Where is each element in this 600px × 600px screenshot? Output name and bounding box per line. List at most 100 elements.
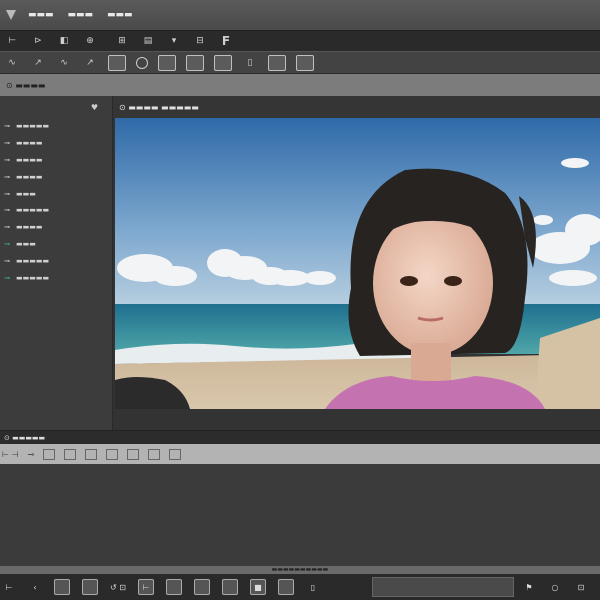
arrow-icon-2[interactable]: ↗ — [82, 55, 98, 71]
grid-tool-icon[interactable]: ⊞ — [114, 33, 130, 49]
prev-icon[interactable]: ⊢ — [2, 580, 16, 594]
item-type-icon: ⊸ — [4, 189, 10, 198]
wave-icon-2[interactable]: ∿ — [56, 55, 72, 71]
preview-image — [115, 118, 600, 409]
media-list-item-label: ▬▬▬▬▬ — [16, 273, 50, 282]
mark-in-button[interactable]: ⊢ — [137, 579, 154, 595]
media-panel: ♥ ⊸ ▬▬▬▬▬ ⊸ ▬▬▬▬ ⊸ ▬▬▬▬ ⊸ ▬▬▬▬ ⊸ ▬▬▬ ⊸ ▬▬▬▬▬ ⊸ ▬▬▬▬ ⊸ ▬… — [0, 96, 113, 430]
timeline-header: ⊙ ▬▬▬▬▬ — [0, 430, 600, 444]
effects-button[interactable] — [186, 54, 204, 71]
media-list-item-label: ▬▬▬▬▬ — [16, 256, 50, 265]
media-list-item-label: ▬▬▬ — [16, 239, 36, 248]
split-tool-icon[interactable]: ◧ — [56, 33, 72, 49]
grid-view-button[interactable] — [193, 579, 210, 595]
media-list-item[interactable]: ⊸ ▬▬▬▬▬ — [2, 252, 112, 269]
dropdown-tool-icon[interactable]: ▾ — [166, 33, 182, 49]
media-list-item[interactable]: ⊸ ▬▬▬▬ — [2, 168, 112, 185]
item-type-icon: ⊸ — [4, 122, 10, 131]
media-list-item[interactable]: ⊸ ▬▬▬▬▬ — [2, 118, 112, 135]
render-preview-button[interactable] — [277, 579, 294, 595]
media-list-item[interactable]: ⊸ ▬▬▬▬ — [2, 152, 112, 169]
media-list-item-label: ▬▬▬▬ — [16, 155, 43, 164]
media-list-item-label: ▬▬▬▬▬ — [16, 122, 50, 131]
timeline-scrubber[interactable] — [372, 577, 514, 597]
frame-button[interactable] — [108, 54, 126, 71]
menu-item-2[interactable]: ▬▬▬ — [68, 10, 94, 20]
clip-button[interactable] — [158, 54, 176, 71]
project-strip: ⊙ ▬▬▬▬ — [0, 74, 600, 96]
file-icon[interactable]: ▯ — [242, 55, 258, 71]
heart-icon[interactable]: ♥ — [91, 103, 98, 112]
arrow-icon[interactable]: ↗ — [30, 55, 46, 71]
file-icon[interactable]: ▯ — [306, 580, 320, 594]
menu-item-3[interactable]: ▬▬▬ — [107, 10, 133, 20]
timeline-tool-5[interactable] — [85, 448, 98, 460]
item-type-icon: ⊸ — [4, 155, 10, 164]
media-list-item-label: ▬▬▬▬ — [16, 139, 43, 148]
play-tool-icon[interactable]: ⊳ — [30, 33, 46, 49]
list-tool-icon[interactable]: ▤ — [140, 33, 156, 49]
viewer-title: ⊙ ▬▬▬▬ ▬▬▬▬▬ — [119, 102, 199, 112]
preview-canvas[interactable] — [115, 118, 600, 409]
item-type-icon: ⊸ — [4, 256, 10, 265]
stop-button[interactable]: ■ — [249, 579, 266, 595]
menu-item-1[interactable]: ▬▬▬ — [28, 10, 54, 20]
loop-icon[interactable]: ↺ ⊡ — [110, 580, 126, 594]
timeline-tool-2[interactable]: ⊸ — [27, 450, 34, 459]
media-list-item[interactable]: ⊸ ▬▬▬▬ — [2, 219, 112, 236]
app-logo-icon — [6, 10, 16, 20]
multi-view-button[interactable] — [221, 579, 238, 595]
transition-button[interactable] — [214, 54, 232, 71]
project-strip-label: ⊙ ▬▬▬▬ — [6, 80, 46, 90]
timeline-tool-3[interactable] — [43, 448, 56, 460]
media-list-item-label: ▬▬▬▬ — [16, 172, 43, 181]
timeline-title: ⊙ ▬▬▬▬▬ — [4, 433, 46, 442]
frame-thumb-button[interactable] — [82, 579, 98, 595]
item-type-icon: ⊸ — [4, 239, 10, 248]
add-tool-icon[interactable]: ⊕ — [82, 33, 98, 49]
layout-button[interactable] — [165, 579, 182, 595]
timeline-tool-8[interactable] — [148, 448, 161, 460]
item-type-icon: ⊸ — [4, 172, 10, 181]
select-tool-icon[interactable]: ⊢ — [4, 33, 20, 49]
preview-viewer: ⊙ ▬▬▬▬ ▬▬▬▬▬ — [113, 96, 600, 430]
flag-icon[interactable]: ⚑ — [522, 580, 536, 594]
record-icon[interactable] — [136, 56, 148, 69]
timeline-tracks[interactable] — [0, 464, 600, 566]
media-list: ⊸ ▬▬▬▬▬ ⊸ ▬▬▬▬ ⊸ ▬▬▬▬ ⊸ ▬▬▬▬ ⊸ ▬▬▬ ⊸ ▬▬▬▬▬ ⊸ ▬▬▬▬ ⊸ ▬▬▬… — [0, 118, 112, 286]
timeline-tool-1[interactable]: ⊢ ⊣ — [2, 450, 18, 459]
item-type-icon: ⊸ — [4, 223, 10, 232]
clip-thumb-button[interactable] — [54, 579, 70, 595]
media-list-item[interactable]: ⊸ ▬▬▬▬ — [2, 135, 112, 152]
expand-icon[interactable]: ⊡ — [574, 580, 588, 594]
export-button[interactable] — [268, 54, 286, 71]
item-type-icon: ⊸ — [4, 206, 10, 215]
panel-tool-icon[interactable]: ⊟ — [192, 33, 208, 49]
media-list-item[interactable]: ⊸ ▬▬▬ — [2, 185, 112, 202]
viewer-header: ⊙ ▬▬▬▬ ▬▬▬▬▬ — [113, 96, 600, 118]
media-list-item-label: ▬▬▬▬ — [16, 223, 43, 232]
item-type-icon: ⊸ — [4, 273, 10, 282]
secondary-toolbar: ∿ ↗ ∿ ↗ ▯ — [0, 52, 600, 74]
media-list-item-label: ▬▬▬ — [16, 189, 36, 198]
media-list-item[interactable]: ⊸ ▬▬▬▬▬ — [2, 202, 112, 219]
record-icon[interactable]: ○ — [548, 580, 562, 594]
timeline-toolbar: ⊢ ⊣ ⊸ — [0, 444, 600, 464]
wave-icon[interactable]: ∿ — [4, 55, 20, 71]
timeline-tool-7[interactable] — [127, 448, 140, 460]
main-toolbar: ⊢ ⊳ ◧ ⊕ ⊞ ▤ ▾ ⊟ F — [0, 30, 600, 52]
text-tool-icon[interactable]: F — [218, 33, 234, 49]
menu-bar: ▬▬▬ ▬▬▬ ▬▬▬ — [0, 0, 600, 30]
media-list-item-label: ▬▬▬▬▬ — [16, 206, 50, 215]
render-button[interactable] — [296, 54, 314, 71]
timeline-tool-4[interactable] — [64, 448, 77, 460]
status-text: ▬▬▬▬▬▬▬▬▬▬ — [271, 566, 329, 573]
timeline-tool-6[interactable] — [106, 448, 119, 460]
chevron-left-icon[interactable]: ‹ — [28, 580, 42, 594]
item-type-icon: ⊸ — [4, 139, 10, 148]
media-panel-header: ♥ — [0, 96, 112, 118]
status-bar: ▬▬▬▬▬▬▬▬▬▬ — [0, 566, 600, 574]
media-list-item[interactable]: ⊸ ▬▬▬▬▬ — [2, 269, 112, 286]
timeline-tool-9[interactable] — [169, 448, 182, 460]
media-list-item[interactable]: ⊸ ▬▬▬ — [2, 236, 112, 253]
